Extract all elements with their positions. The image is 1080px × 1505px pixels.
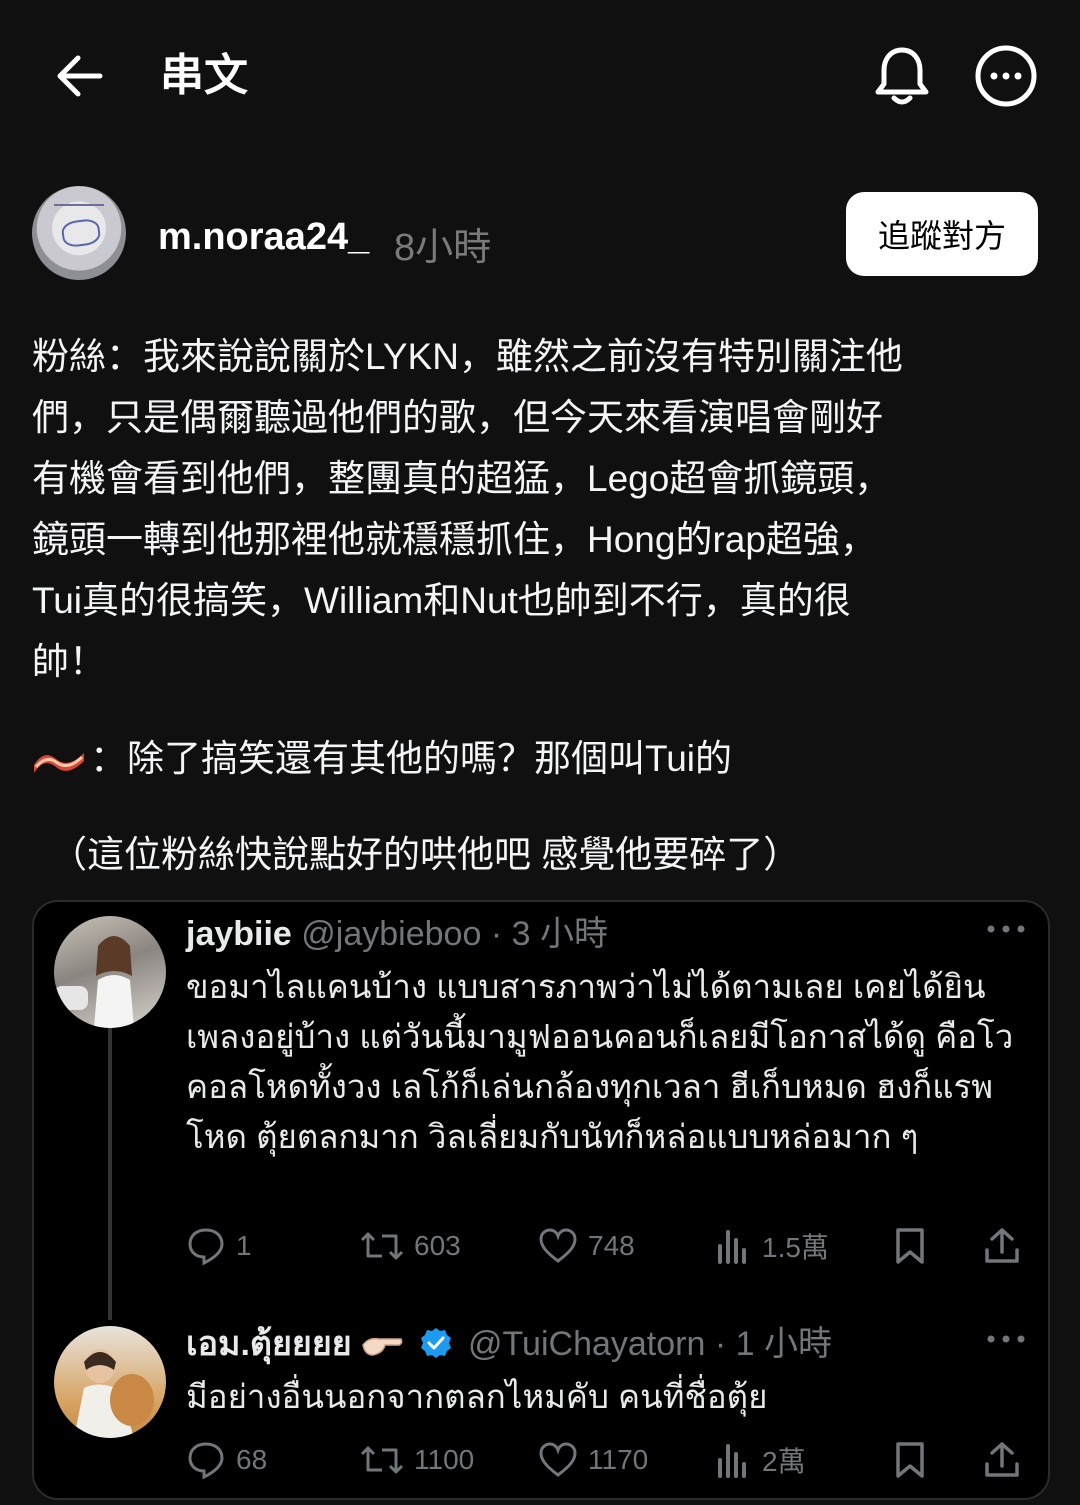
tweet-time: · 1 小時 <box>714 1325 832 1363</box>
bookmark-button[interactable] <box>892 1222 938 1270</box>
share-button[interactable] <box>982 1222 1032 1270</box>
reply-icon <box>188 1228 224 1266</box>
post-note: （這位粉絲快說點好的哄他吧 感覺他要碎了） <box>50 834 801 875</box>
follow-button[interactable]: 追蹤對方 <box>846 192 1038 276</box>
bookmark-icon <box>896 1228 924 1264</box>
tweet-text: มีอย่างอื่นนอกจากตลกไหมคับ คนที่ชื่อตุ้ย <box>186 1378 768 1415</box>
bookmark-icon <box>896 1442 924 1478</box>
reply-count: 68 <box>236 1444 268 1475</box>
share-icon <box>985 1228 1019 1263</box>
tweet-handle[interactable]: @TuiChayatorn <box>468 1325 705 1363</box>
bacon-emoji-icon <box>34 753 84 773</box>
retweet-icon <box>360 1232 404 1260</box>
retweet-icon <box>360 1446 404 1474</box>
views-count: 2萬 <box>762 1446 806 1477</box>
views-chart-icon <box>718 1444 746 1478</box>
avatar-scribble <box>54 204 104 212</box>
bookmark-button[interactable] <box>892 1436 938 1484</box>
retweet-count: 1100 <box>414 1444 475 1475</box>
avatar-drawing <box>60 217 102 249</box>
tweet-actions: 1 603 748 1.5萬 <box>186 1222 1046 1270</box>
tweet-author-name[interactable]: jaybiie <box>186 915 292 953</box>
verified-badge-icon <box>420 1328 451 1358</box>
reply-count: 1 <box>236 1230 252 1261</box>
reply-text: ：除了搞笑還有其他的嗎？那個叫Tui的 <box>90 738 733 779</box>
retweet-button[interactable]: 603 <box>360 1222 461 1270</box>
like-count: 748 <box>588 1230 635 1261</box>
tweet-text: ขอมาไลแคนบ้าง แบบสารภาพว่าไม่ได้ตามเลย เ… <box>186 968 1014 1155</box>
like-count: 1170 <box>588 1444 649 1475</box>
more-options-icon[interactable] <box>974 44 1038 108</box>
post-time: 8小時 <box>394 227 492 269</box>
embedded-tweet-card[interactable]: jaybiie @jaybieboo · 3 小時 ขอมาไลแคนบ้าง … <box>32 900 1050 1500</box>
share-icon <box>985 1442 1019 1477</box>
retweet-button[interactable]: 1100 <box>360 1436 474 1484</box>
top-bar: 串文 <box>0 0 1080 150</box>
like-button[interactable]: 748 <box>538 1222 635 1270</box>
post-reply-line: ：除了搞笑還有其他的嗎？那個叫Tui的 <box>32 728 1032 789</box>
views-button[interactable]: 2萬 <box>716 1436 806 1484</box>
tweet-time: · 3 小時 <box>490 915 608 953</box>
page-title: 串文 <box>160 51 248 100</box>
like-button[interactable]: 1170 <box>538 1436 648 1484</box>
reply-button[interactable]: 1 <box>186 1222 252 1270</box>
username[interactable]: m.noraa24_ <box>158 216 369 259</box>
tweet-header: เอม.ตุ้ยยยย @TuiChayatorn · 1 小時 <box>186 1322 832 1366</box>
back-arrow-icon[interactable] <box>52 48 108 104</box>
post-author-row: m.noraa24_ 8小時 追蹤對方 <box>32 186 1042 282</box>
post-body: 粉絲：我來說說關於LYKN，雖然之前沒有特別關注他 們，只是偶爾聽過他們的歌，但… <box>32 336 903 682</box>
heart-icon <box>539 1442 577 1477</box>
reply-button[interactable]: 68 <box>186 1436 267 1484</box>
avatar[interactable] <box>54 1326 166 1438</box>
tweet-header: jaybiie @jaybieboo · 3 小時 <box>186 912 608 956</box>
views-chart-icon <box>718 1230 746 1264</box>
tweet-handle[interactable]: @jaybieboo <box>301 915 481 953</box>
tweet-actions: 68 1100 1170 2萬 <box>186 1436 1046 1484</box>
avatar[interactable] <box>32 186 126 280</box>
reply-icon <box>188 1442 224 1480</box>
bell-icon[interactable] <box>872 44 932 108</box>
share-button[interactable] <box>982 1436 1032 1484</box>
views-count: 1.5萬 <box>762 1232 829 1263</box>
views-button[interactable]: 1.5萬 <box>716 1222 829 1270</box>
tweet-more-icon[interactable] <box>986 1334 1026 1344</box>
heart-icon <box>539 1228 577 1263</box>
thread-connector <box>108 1028 112 1320</box>
tweet-more-icon[interactable] <box>986 924 1026 934</box>
tweet-author-name[interactable]: เอม.ตุ้ยยยย <box>186 1325 352 1363</box>
pointing-hand-emoji-icon <box>362 1337 403 1356</box>
avatar[interactable] <box>54 916 166 1028</box>
retweet-count: 603 <box>414 1230 461 1261</box>
